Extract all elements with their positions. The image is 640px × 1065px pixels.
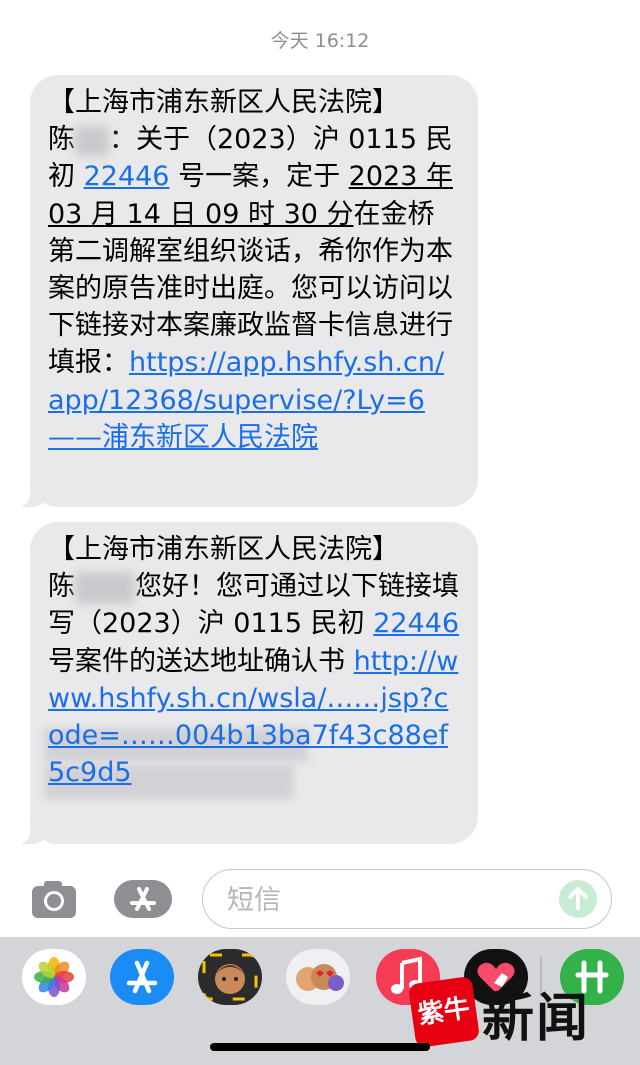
- recipient-name: 陈: [48, 571, 75, 603]
- case-number-link[interactable]: 22446: [373, 608, 459, 639]
- app-store-button[interactable]: [114, 880, 172, 918]
- sender-header: 【上海市浦东新区人民法院】: [48, 87, 399, 118]
- bubble-tail: [12, 820, 48, 844]
- memoji-stickers-icon: [296, 964, 344, 991]
- camera-icon: [32, 881, 76, 918]
- message-input-field[interactable]: [202, 869, 612, 929]
- case-number-link[interactable]: 22446: [84, 161, 170, 192]
- news-watermark: 紫牛 新闻: [407, 975, 612, 1049]
- camera-button[interactable]: [30, 878, 78, 920]
- memoji-app-button[interactable]: [198, 949, 262, 1005]
- redacted-name: [75, 571, 135, 604]
- memoji-icon: [202, 953, 258, 1001]
- photos-app-button[interactable]: [22, 949, 86, 1005]
- memoji-stickers-button[interactable]: [286, 949, 350, 1005]
- redacted-name: [75, 125, 109, 156]
- message-text: 【上海市浦东新区人民法院】 陈：关于（2023）沪 0115 民初 22446 …: [48, 87, 453, 453]
- send-button[interactable]: [559, 880, 597, 918]
- app-store-icon: [130, 887, 156, 911]
- home-indicator[interactable]: [210, 1043, 430, 1051]
- app-store-icon: [126, 960, 158, 994]
- sender-header: 【上海市浦东新区人民法院】: [48, 534, 399, 565]
- arrow-up-icon: [568, 887, 588, 910]
- message-text: 【上海市浦东新区人民法院】 陈您好！您可通过以下链接填写（2023）沪 0115…: [48, 534, 460, 789]
- recipient-name: 陈: [48, 124, 75, 156]
- watermark-logo: 紫牛: [407, 975, 481, 1049]
- message-bubble-1[interactable]: 【上海市浦东新区人民法院】 陈：关于（2023）沪 0115 民初 22446 …: [12, 75, 478, 507]
- watermark-text: 新闻: [482, 988, 591, 1049]
- photos-icon: [34, 957, 74, 997]
- conversation-timestamp: 今天 16:12: [270, 30, 370, 52]
- message-input[interactable]: [225, 882, 549, 918]
- app-store-app-button[interactable]: [110, 949, 174, 1005]
- bubble-tail: [12, 483, 48, 507]
- message-bubble-2[interactable]: 【上海市浦东新区人民法院】 陈您好！您可通过以下链接填写（2023）沪 0115…: [12, 522, 478, 844]
